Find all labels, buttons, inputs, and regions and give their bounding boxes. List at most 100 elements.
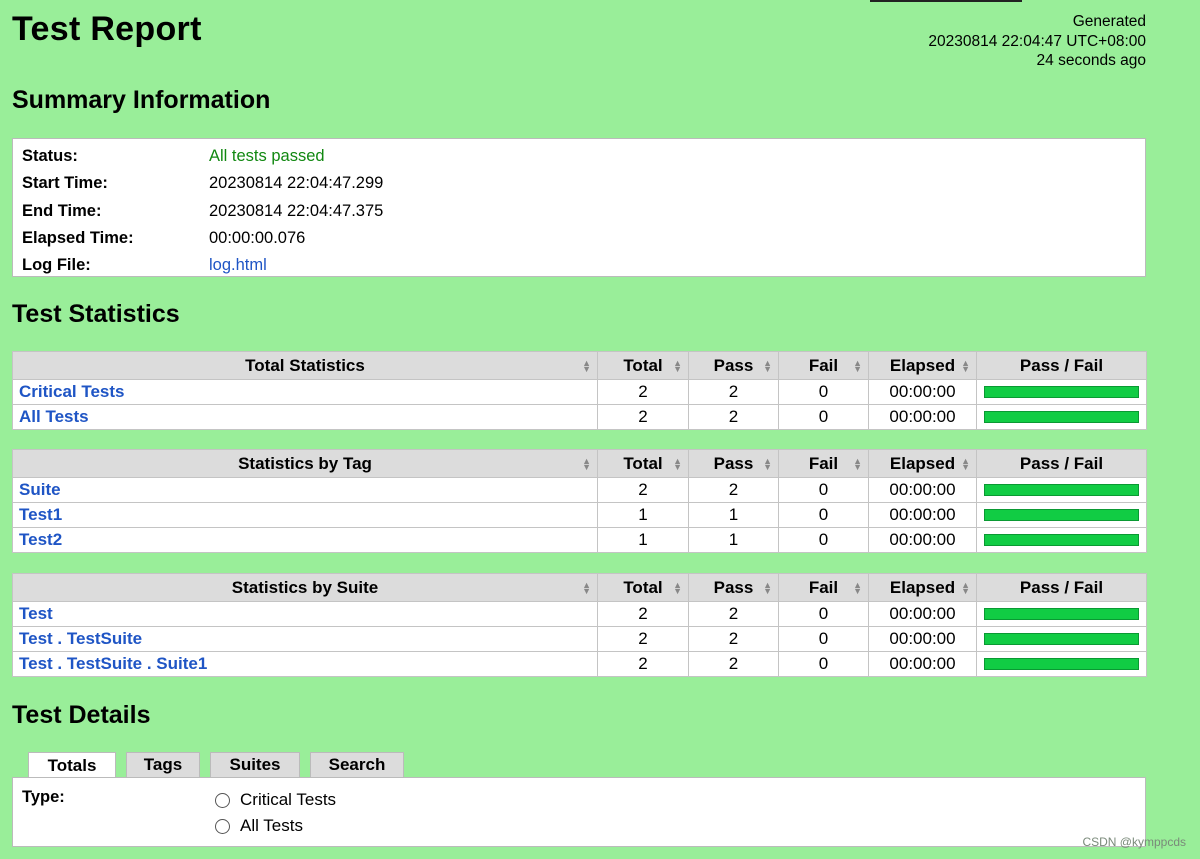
table-row: Test . TestSuite . Suite1 2 2 0 00:00:00 xyxy=(12,651,1147,677)
radio-button[interactable] xyxy=(215,818,230,834)
column-header-pass-fail[interactable]: Pass / Fail xyxy=(976,573,1147,602)
stat-fail-cell: 0 xyxy=(778,404,869,430)
stat-name-cell: Test2 xyxy=(12,527,598,553)
column-header-fail[interactable]: Fail ▲ ▼ xyxy=(778,351,869,380)
header-label: Total xyxy=(623,453,663,473)
stat-name-link[interactable]: Test . TestSuite . Suite1 xyxy=(19,654,207,673)
column-header-elapsed[interactable]: Elapsed ▲ ▼ xyxy=(868,573,977,602)
header-label: Total xyxy=(623,577,663,597)
stat-name-link[interactable]: Test2 xyxy=(19,530,62,549)
statistics-heading: Test Statistics xyxy=(12,300,180,328)
stat-name-link[interactable]: Critical Tests xyxy=(19,382,125,401)
column-header-total[interactable]: Total ▲ ▼ xyxy=(597,351,689,380)
stat-name-link[interactable]: Test1 xyxy=(19,505,62,524)
stat-pass-cell: 2 xyxy=(688,404,779,430)
sort-icon: ▲ ▼ xyxy=(853,579,862,596)
column-header-elapsed[interactable]: Elapsed ▲ ▼ xyxy=(868,351,977,380)
header-label: Elapsed xyxy=(889,453,956,473)
pass-fail-cell xyxy=(976,502,1147,528)
stat-fail-cell: 0 xyxy=(778,477,869,503)
column-header-pass-fail[interactable]: Pass / Fail xyxy=(976,449,1147,478)
stat-name-link[interactable]: All Tests xyxy=(19,407,89,426)
column-header-name[interactable]: Statistics by Suite ▲ ▼ xyxy=(12,573,598,602)
column-header-name[interactable]: Total Statistics ▲ ▼ xyxy=(12,351,598,380)
column-header-pass[interactable]: Pass ▲ ▼ xyxy=(688,351,779,380)
end-time-value: 20230814 22:04:47.375 xyxy=(209,201,384,220)
column-header-elapsed[interactable]: Elapsed ▲ ▼ xyxy=(868,449,977,478)
pass-fail-cell xyxy=(976,527,1147,553)
stats-table: Statistics by Tag ▲ ▼ Total ▲ ▼ Pass ▲ ▼ Fail ▲ ▼ El… xyxy=(12,449,1147,553)
stat-elapsed-cell: 00:00:00 xyxy=(868,379,977,405)
sort-icon: ▲ ▼ xyxy=(582,357,591,374)
summary-heading: Summary Information xyxy=(12,86,271,114)
column-header-pass[interactable]: Pass ▲ ▼ xyxy=(688,573,779,602)
column-header-pass-fail[interactable]: Pass / Fail xyxy=(976,351,1147,380)
tab-tags[interactable]: Tags xyxy=(126,752,200,777)
summary-label: Elapsed Time: xyxy=(22,229,134,248)
column-header-total[interactable]: Total ▲ ▼ xyxy=(597,573,689,602)
header-label: Pass / Fail xyxy=(1019,577,1104,597)
header-label: Pass / Fail xyxy=(1019,453,1104,473)
elapsed-time-value: 00:00:00.076 xyxy=(209,229,306,248)
radio-all-tests[interactable]: All Tests xyxy=(215,816,303,836)
log-file-link[interactable]: log.html xyxy=(209,256,267,275)
details-tabs: Totals Tags Suites Search xyxy=(28,752,404,779)
summary-label: Status: xyxy=(22,147,78,166)
tab-suites[interactable]: Suites xyxy=(210,752,300,777)
page-title: Test Report xyxy=(12,10,202,48)
header-label: Statistics by Tag xyxy=(238,453,372,473)
sort-icon: ▲ ▼ xyxy=(961,357,970,374)
pass-fail-cell xyxy=(976,477,1147,503)
stat-total-cell: 2 xyxy=(597,601,689,627)
pass-bar xyxy=(984,509,1139,521)
summary-row-log-file: Log File: log.html xyxy=(22,252,1145,279)
header-label: Total Statistics xyxy=(245,355,365,375)
pass-bar xyxy=(984,386,1139,398)
stat-pass-cell: 2 xyxy=(688,601,779,627)
summary-row-start-time: Start Time: 20230814 22:04:47.299 xyxy=(22,170,1145,197)
stat-name-link[interactable]: Test . TestSuite xyxy=(19,629,142,648)
generated-time: 20230814 22:04:47 UTC+08:00 xyxy=(928,32,1146,50)
header-label: Total xyxy=(623,355,663,375)
column-header-name[interactable]: Statistics by Tag ▲ ▼ xyxy=(12,449,598,478)
column-header-total[interactable]: Total ▲ ▼ xyxy=(597,449,689,478)
table-row: Critical Tests 2 2 0 00:00:00 xyxy=(12,379,1147,405)
header-label: Statistics by Suite xyxy=(231,577,379,597)
summary-row-status: Status: All tests passed xyxy=(22,143,1145,170)
stat-name-link[interactable]: Test xyxy=(19,604,53,623)
header-label: Fail xyxy=(808,453,839,473)
column-header-fail[interactable]: Fail ▲ ▼ xyxy=(778,573,869,602)
header-label: Elapsed xyxy=(889,577,956,597)
radio-critical-tests[interactable]: Critical Tests xyxy=(215,790,336,810)
stat-pass-cell: 2 xyxy=(688,651,779,677)
stat-elapsed-cell: 00:00:00 xyxy=(868,404,977,430)
column-header-fail[interactable]: Fail ▲ ▼ xyxy=(778,449,869,478)
sort-icon: ▲ ▼ xyxy=(961,455,970,472)
table-row: Test1 1 1 0 00:00:00 xyxy=(12,502,1147,528)
pass-bar xyxy=(984,608,1139,620)
tab-totals[interactable]: Totals xyxy=(28,752,116,779)
stat-pass-cell: 2 xyxy=(688,379,779,405)
summary-label: Start Time: xyxy=(22,174,108,193)
summary-row-end-time: End Time: 20230814 22:04:47.375 xyxy=(22,198,1145,225)
sort-icon: ▲ ▼ xyxy=(763,579,772,596)
pass-fail-cell xyxy=(976,379,1147,405)
stat-total-cell: 1 xyxy=(597,527,689,553)
column-header-pass[interactable]: Pass ▲ ▼ xyxy=(688,449,779,478)
stat-pass-cell: 2 xyxy=(688,477,779,503)
tab-search[interactable]: Search xyxy=(310,752,404,777)
header-label: Pass xyxy=(713,577,754,597)
stats-table: Total Statistics ▲ ▼ Total ▲ ▼ Pass ▲ ▼ Fail ▲ ▼ Ela… xyxy=(12,351,1147,430)
pass-bar xyxy=(984,658,1139,670)
stat-pass-cell: 2 xyxy=(688,626,779,652)
stat-name-cell: Test . TestSuite . Suite1 xyxy=(12,651,598,677)
pass-fail-cell xyxy=(976,651,1147,677)
stat-name-cell: All Tests xyxy=(12,404,598,430)
stat-name-link[interactable]: Suite xyxy=(19,480,61,499)
stat-fail-cell: 0 xyxy=(778,601,869,627)
radio-button[interactable] xyxy=(215,792,230,808)
stat-name-cell: Critical Tests xyxy=(12,379,598,405)
pass-bar xyxy=(984,633,1139,645)
summary-row-elapsed: Elapsed Time: 00:00:00.076 xyxy=(22,225,1145,252)
radio-label: Critical Tests xyxy=(240,790,337,809)
